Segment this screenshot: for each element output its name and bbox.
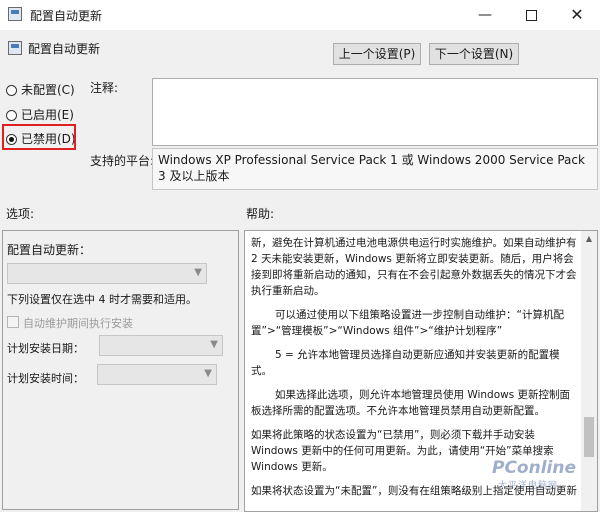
maximize-button[interactable] bbox=[508, 0, 554, 30]
supported-on-value: Windows XP Professional Service Pack 1 或… bbox=[152, 148, 598, 190]
help-paragraph: 新，避免在计算机通过电池电源供电运行时实施维护。如果自动维护有 2 天未能安装更… bbox=[251, 237, 577, 297]
help-paragraph: 5 = 允许本地管理员选择自动更新应通知并安装更新的配置模式。 bbox=[251, 349, 560, 377]
chevron-down-icon: ▼ bbox=[204, 368, 212, 379]
window-title: 配置自动更新 bbox=[30, 9, 103, 23]
radio-icon bbox=[6, 110, 17, 121]
watermark-logo: PConline 太平洋电脑网 bbox=[492, 458, 576, 491]
comment-input[interactable] bbox=[152, 78, 598, 146]
chevron-down-icon: ▼ bbox=[210, 339, 218, 350]
maintenance-install-checkbox: 自动维护期间执行安装 bbox=[7, 315, 133, 331]
watermark-sub: 太平洋电脑网 bbox=[498, 481, 559, 491]
radio-label: 未配置(C) bbox=[21, 83, 75, 97]
install-day-label: 计划安装日期： bbox=[7, 342, 84, 355]
help-section-label: 帮助: bbox=[246, 207, 275, 221]
install-time-label: 计划安装时间： bbox=[7, 372, 84, 385]
options-note: 下列设置仅在选中 4 时才需要和适用。 bbox=[7, 293, 197, 306]
checkbox-icon bbox=[7, 316, 19, 328]
supported-on-label: 支持的平台: bbox=[90, 154, 155, 168]
maintenance-install-label: 自动维护期间执行安装 bbox=[23, 317, 133, 330]
radio-not-configured[interactable]: 未配置(C) bbox=[6, 81, 75, 99]
help-scrollbar[interactable]: ▲ bbox=[581, 231, 597, 511]
options-section-label: 选项: bbox=[6, 207, 35, 221]
policy-title: 配置自动更新 bbox=[28, 42, 101, 56]
install-time-select: ▼ bbox=[97, 364, 217, 385]
watermark-main: PConline bbox=[492, 458, 577, 478]
title-bar: 配置自动更新 — ✕ bbox=[0, 0, 600, 30]
comment-label: 注释: bbox=[90, 81, 119, 95]
highlight-box bbox=[2, 124, 76, 150]
scroll-up-icon[interactable]: ▲ bbox=[581, 231, 597, 247]
close-button[interactable]: ✕ bbox=[554, 0, 600, 30]
policy-icon bbox=[8, 41, 22, 55]
maximize-icon bbox=[525, 9, 537, 21]
configure-updates-label: 配置自动更新： bbox=[7, 243, 92, 257]
minimize-button[interactable]: — bbox=[462, 0, 508, 30]
next-setting-button[interactable]: 下一个设置(N) bbox=[429, 43, 519, 65]
install-day-select: ▼ bbox=[99, 335, 223, 356]
radio-icon bbox=[6, 85, 17, 96]
chevron-down-icon: ▼ bbox=[194, 267, 202, 278]
scroll-thumb[interactable] bbox=[584, 417, 594, 457]
help-paragraph: 可以通过使用以下组策略设置进一步控制自动维护：“计算机配置”>“管理模板”>“W… bbox=[251, 309, 564, 337]
policy-icon bbox=[8, 7, 22, 21]
help-paragraph: 如果选择此选项，则允许本地管理员使用 Windows 更新控制面板选择所需的配置… bbox=[251, 389, 571, 417]
radio-enabled[interactable]: 已启用(E) bbox=[6, 106, 74, 124]
options-panel: 配置自动更新： ▼ 下列设置仅在选中 4 时才需要和适用。 自动维护期间执行安装… bbox=[2, 230, 239, 510]
configure-updates-select: ▼ bbox=[7, 263, 207, 284]
previous-setting-button[interactable]: 上一个设置(P) bbox=[333, 43, 421, 65]
radio-label: 已启用(E) bbox=[21, 108, 74, 122]
